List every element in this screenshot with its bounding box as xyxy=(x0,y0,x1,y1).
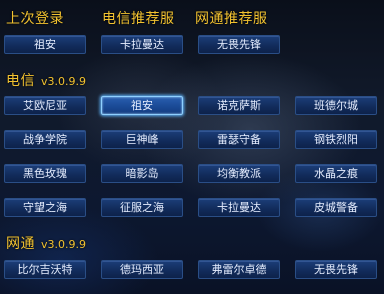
telecom-section-header: 电信 v3.0.9.9 xyxy=(6,70,86,90)
server-button[interactable]: 守望之海 xyxy=(4,198,86,217)
server-button[interactable]: 皮城警备 xyxy=(295,198,377,217)
server-button[interactable]: 钢铁烈阳 xyxy=(295,130,377,149)
server-button[interactable]: 班德尔城 xyxy=(295,96,377,115)
server-button[interactable]: 黑色玫瑰 xyxy=(4,164,86,183)
server-button[interactable]: 暗影岛 xyxy=(101,164,183,183)
netcom-recommend-server-button[interactable]: 无畏先锋 xyxy=(198,35,280,54)
server-button[interactable]: 水晶之痕 xyxy=(295,164,377,183)
netcom-recommend-header: 网通推荐服 xyxy=(195,11,268,27)
server-button[interactable]: 巨神峰 xyxy=(101,130,183,149)
recent-server-button[interactable]: 祖安 xyxy=(4,35,86,54)
server-button[interactable]: 战争学院 xyxy=(4,130,86,149)
server-button[interactable]: 雷瑟守备 xyxy=(198,130,280,149)
server-button-selected[interactable]: 祖安 xyxy=(101,96,183,115)
telecom-version: v3.0.9.9 xyxy=(41,75,86,88)
server-button[interactable]: 艾欧尼亚 xyxy=(4,96,86,115)
recent-login-header: 上次登录 xyxy=(6,11,64,27)
netcom-version: v3.0.9.9 xyxy=(41,238,86,251)
telecom-recommend-header: 电信推荐服 xyxy=(102,11,175,27)
telecom-label: 电信 xyxy=(6,73,35,89)
server-button[interactable]: 无畏先锋 xyxy=(295,260,377,279)
telecom-recommend-server-button[interactable]: 卡拉曼达 xyxy=(101,35,183,54)
server-button[interactable]: 均衡教派 xyxy=(198,164,280,183)
server-button[interactable]: 征服之海 xyxy=(101,198,183,217)
server-button[interactable]: 卡拉曼达 xyxy=(198,198,280,217)
server-button[interactable]: 德玛西亚 xyxy=(101,260,183,279)
netcom-label: 网通 xyxy=(6,236,35,252)
netcom-section-header: 网通 v3.0.9.9 xyxy=(6,233,86,253)
server-button[interactable]: 诺克萨斯 xyxy=(198,96,280,115)
server-button[interactable]: 弗雷尔卓德 xyxy=(198,260,280,279)
server-button[interactable]: 比尔吉沃特 xyxy=(4,260,86,279)
